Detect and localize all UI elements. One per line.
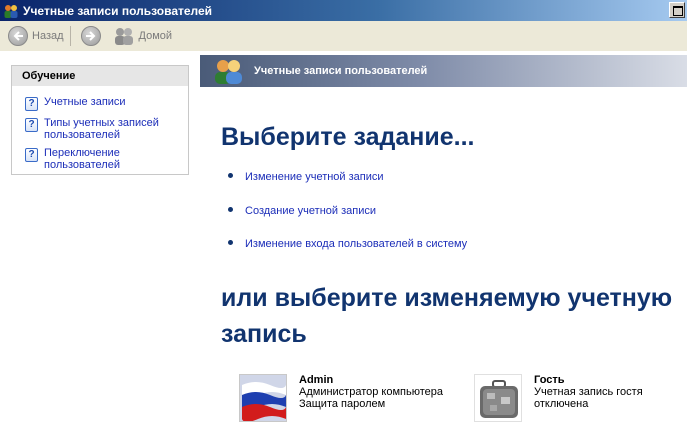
learn-about-panel: Обучение ? Учетные записи ? Типы учетных… <box>11 65 189 175</box>
home-button[interactable]: Домой <box>113 23 173 49</box>
suitcase-avatar <box>474 374 522 422</box>
back-button[interactable]: Назад <box>4 23 64 49</box>
panel-header: Обучение <box>12 66 188 86</box>
bullet <box>228 240 233 245</box>
window-title: Учетные записи пользователей <box>23 3 213 18</box>
title-bar: Учетные записи пользователей <box>0 0 687 21</box>
back-label: Назад <box>32 30 64 42</box>
page-title: Выберите задание... <box>221 123 475 151</box>
sidebar-item-label: Переключение пользователей <box>44 147 120 171</box>
toolbar: Назад Домой <box>0 21 687 51</box>
account-role: Администратор компьютера <box>299 386 443 398</box>
forward-button[interactable] <box>77 23 105 49</box>
home-users-icon <box>113 26 135 46</box>
sidebar-item-label: Учетные записи <box>44 96 126 108</box>
band-title: Учетные записи пользователей <box>254 65 428 77</box>
toolbar-separator <box>69 26 71 46</box>
sidebar-item-accounts[interactable]: ? Учетные записи <box>12 93 188 114</box>
account-status: отключена <box>534 398 589 410</box>
help-icon: ? <box>25 97 38 111</box>
sidebar-item-switch-users[interactable]: ? Переключение пользователей <box>12 144 188 174</box>
account-role: Учетная запись гостя <box>534 386 643 398</box>
account-name: Admin <box>299 374 334 386</box>
bullet <box>228 207 233 212</box>
task-link: Изменение входа пользователей в систему <box>245 238 468 250</box>
task-link: Изменение учетной записи <box>245 171 384 183</box>
users-icon <box>212 58 246 87</box>
bullet <box>228 173 233 178</box>
home-label: Домой <box>138 30 173 42</box>
pick-account-heading: или выберите изменяемую учетную запись <box>221 284 673 348</box>
task-change-logon[interactable]: Изменение входа пользователей в систему <box>228 238 467 250</box>
help-icon: ? <box>25 118 38 132</box>
maximize-button[interactable] <box>669 2 685 18</box>
account-status: Защита паролем <box>299 398 386 410</box>
forward-arrow-icon <box>80 26 101 46</box>
back-arrow-icon <box>8 26 28 46</box>
task-link: Создание учетной записи <box>245 205 376 217</box>
account-admin[interactable]: Admin Администратор компьютера Защита па… <box>239 374 443 422</box>
help-icon: ? <box>25 148 38 162</box>
account-name: Гость <box>534 374 565 386</box>
task-create-account[interactable]: Создание учетной записи <box>228 205 376 217</box>
content-header-band: Учетные записи пользователей <box>200 55 687 87</box>
russian-flag-avatar <box>239 374 287 422</box>
account-guest[interactable]: Гость Учетная запись гостя отключена <box>474 374 643 422</box>
users-app-icon <box>3 3 19 19</box>
task-change-account[interactable]: Изменение учетной записи <box>228 171 384 183</box>
sidebar-item-account-types[interactable]: ? Типы учетных записей пользователей <box>12 114 188 144</box>
sidebar-item-label: Типы учетных записей пользователей <box>44 117 159 141</box>
